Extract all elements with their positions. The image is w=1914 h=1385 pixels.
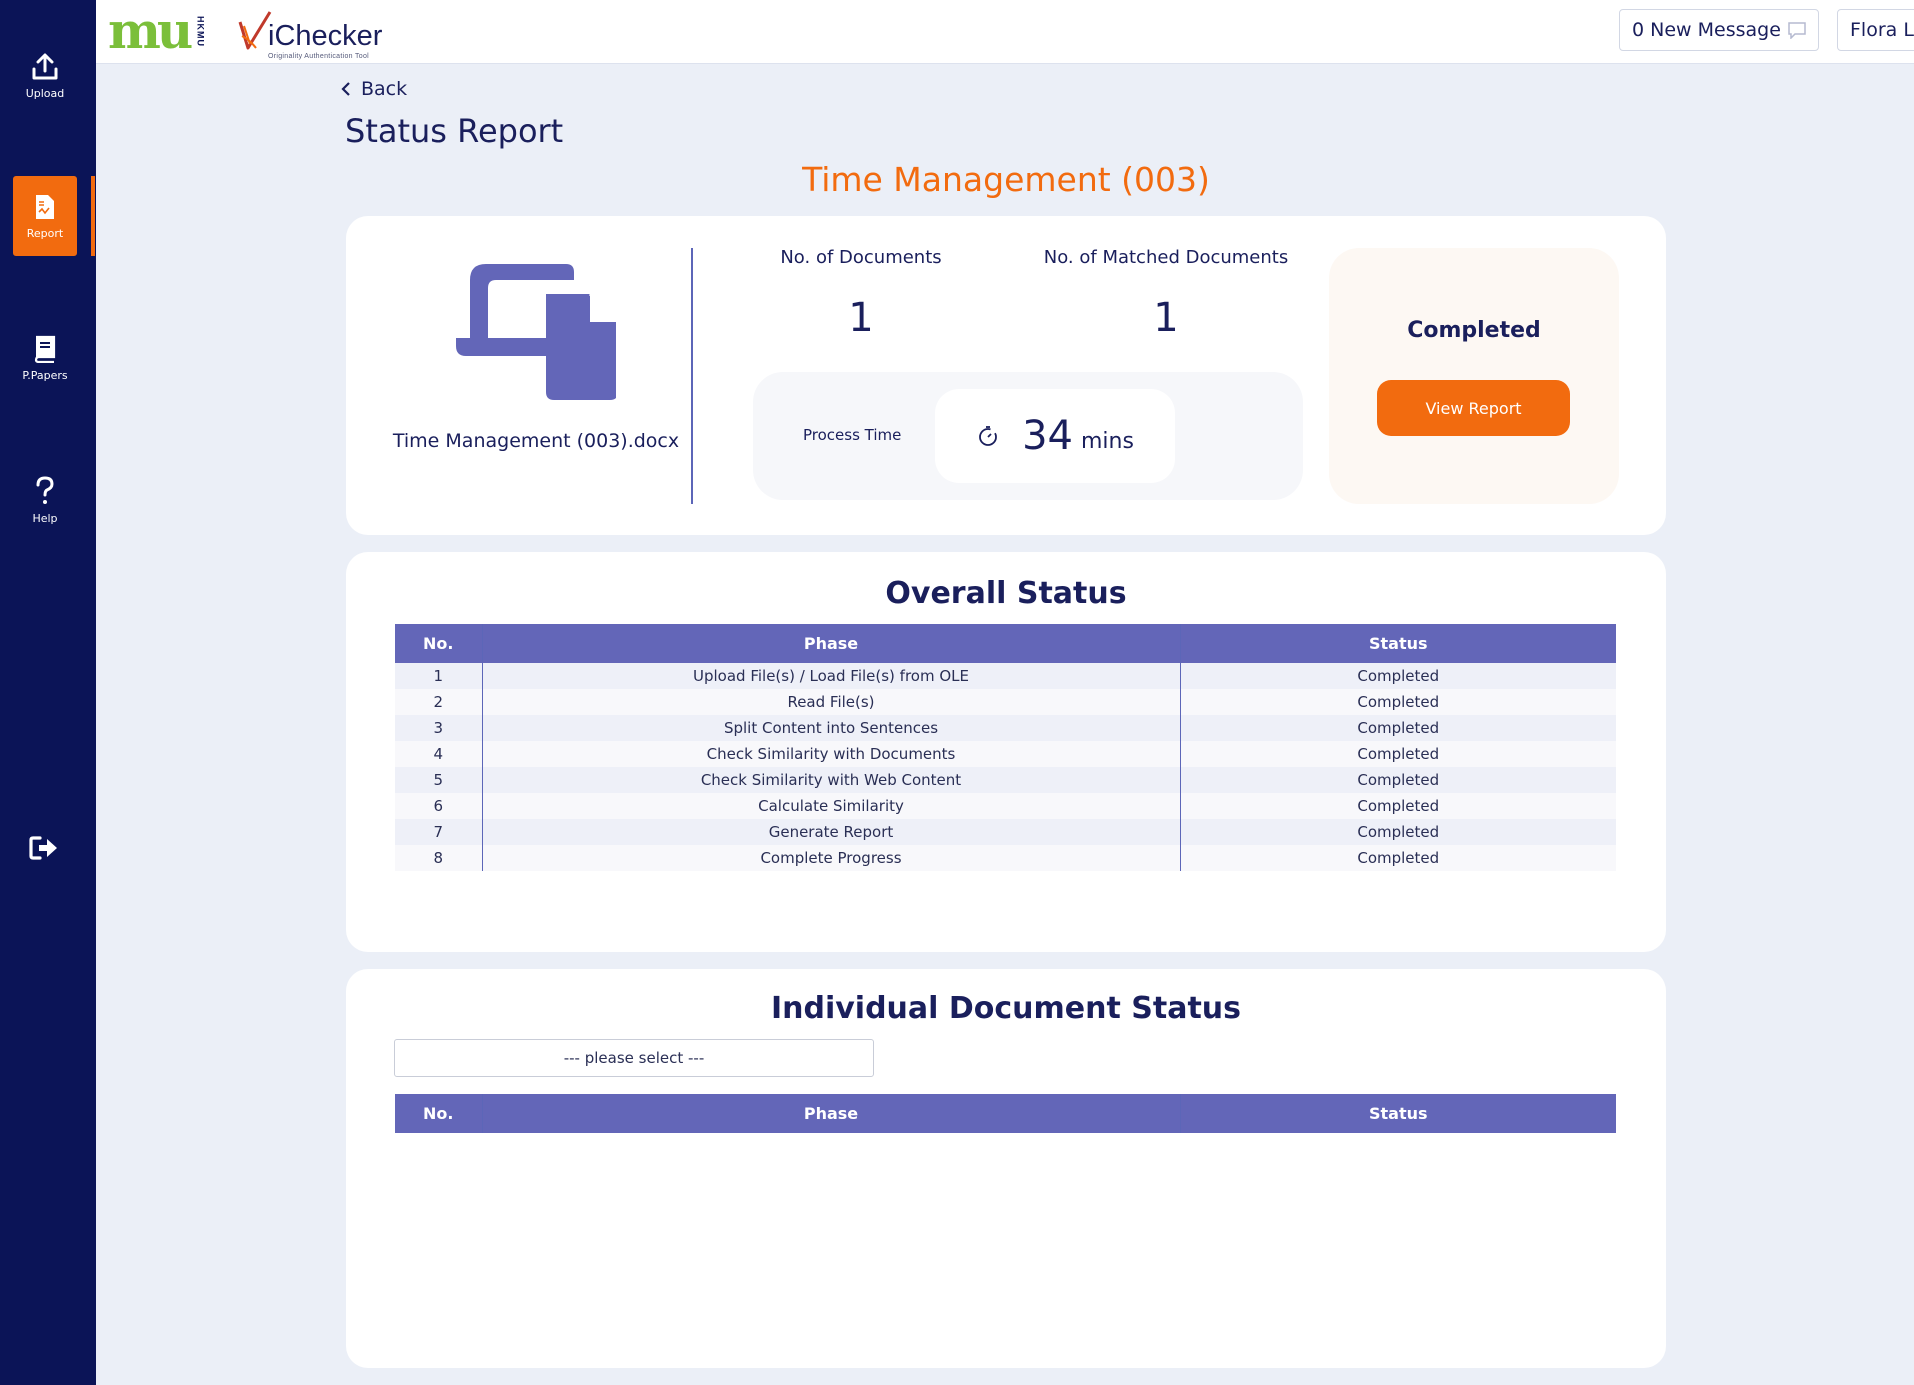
- view-report-button[interactable]: View Report: [1377, 380, 1570, 436]
- row-phase: Generate Report: [482, 819, 1181, 845]
- documents-count-label: No. of Documents: [780, 247, 942, 268]
- sidebar-item-upload[interactable]: Upload: [13, 36, 77, 116]
- process-time-value-box: 34 mins: [935, 389, 1175, 483]
- sidebar: Upload Report P.Papers Help: [0, 0, 96, 1385]
- sidebar-item-ppapers[interactable]: P.Papers: [13, 318, 77, 398]
- process-time-unit: mins: [1080, 428, 1134, 454]
- row-number: 8: [395, 845, 483, 871]
- messages-button[interactable]: 0 New Message: [1619, 9, 1819, 51]
- sidebar-item-label: Help: [32, 511, 58, 525]
- logo-hkmu-text: HKMU: [195, 15, 206, 47]
- column-header: Status: [1180, 624, 1616, 663]
- documents-icon: [456, 264, 616, 400]
- sidebar-item-label: P.Papers: [22, 368, 68, 382]
- sidebar-item-help[interactable]: Help: [13, 460, 77, 540]
- report-icon: [36, 194, 54, 219]
- table-row: 8 Complete Progress Completed: [395, 845, 1616, 871]
- sidebar-item-report[interactable]: Report: [13, 176, 77, 256]
- process-time-label: Process Time: [803, 426, 902, 444]
- row-phase: Check Similarity with Web Content: [482, 767, 1181, 793]
- section-title: Individual Document Status: [770, 991, 1242, 1026]
- process-time-value: 34: [1022, 413, 1073, 459]
- matched-documents-label: No. of Matched Documents: [1043, 247, 1289, 268]
- row-status: Completed: [1180, 715, 1616, 741]
- book-icon: [34, 335, 56, 363]
- overall-status-card: Overall Status No. Phase Status 1 Upload…: [346, 552, 1666, 952]
- row-phase: Split Content into Sentences: [482, 715, 1181, 741]
- logout-button[interactable]: [26, 832, 62, 864]
- summary-card: Time Management (003).docx No. of Docume…: [346, 216, 1666, 535]
- table-row: 4 Check Similarity with Documents Comple…: [395, 741, 1616, 767]
- individual-status-table: No. Phase Status: [395, 1094, 1616, 1133]
- ichecker-logo: iChecker Originality Authentication Tool: [236, 8, 383, 60]
- active-indicator: [91, 176, 95, 256]
- row-number: 4: [395, 741, 483, 767]
- document-title: Time Management (003): [802, 160, 1210, 199]
- row-status: Completed: [1180, 689, 1616, 715]
- table-row: 1 Upload File(s) / Load File(s) from OLE…: [395, 663, 1616, 689]
- user-name: Flora Lau: [1850, 19, 1914, 41]
- row-phase: Complete Progress: [482, 845, 1181, 871]
- row-phase: Calculate Similarity: [482, 793, 1181, 819]
- row-phase: Read File(s): [482, 689, 1181, 715]
- column-header: No.: [395, 624, 483, 663]
- row-number: 2: [395, 689, 483, 715]
- row-status: Completed: [1180, 845, 1616, 871]
- back-link[interactable]: Back: [341, 78, 407, 100]
- row-status: Completed: [1180, 819, 1616, 845]
- row-number: 7: [395, 819, 483, 845]
- row-status: Completed: [1180, 767, 1616, 793]
- select-placeholder: --- please select ---: [563, 1049, 705, 1067]
- row-number: 3: [395, 715, 483, 741]
- upload-icon: [32, 53, 58, 79]
- row-status: Completed: [1180, 793, 1616, 819]
- row-number: 1: [395, 663, 483, 689]
- document-select[interactable]: --- please select ---: [394, 1039, 874, 1077]
- sidebar-item-label: Report: [26, 226, 64, 240]
- table-header-row: No. Phase Status: [395, 1094, 1616, 1133]
- logo-tagline: Originality Authentication Tool: [268, 53, 370, 60]
- documents-count-value: 1: [848, 295, 874, 341]
- process-time-panel: Process Time 34 mins: [753, 372, 1303, 500]
- file-name: Time Management (003).docx: [392, 430, 680, 452]
- overall-status-table: No. Phase Status 1 Upload File(s) / Load…: [395, 624, 1616, 871]
- chat-bubble-icon: [1788, 22, 1806, 39]
- sidebar-item-label: Upload: [25, 86, 65, 100]
- table-row: 3 Split Content into Sentences Completed: [395, 715, 1616, 741]
- help-icon: [36, 475, 54, 504]
- row-phase: Check Similarity with Documents: [482, 741, 1181, 767]
- section-title: Overall Status: [885, 576, 1127, 611]
- row-status: Completed: [1180, 663, 1616, 689]
- logout-icon: [29, 836, 57, 860]
- back-label: Back: [361, 78, 408, 100]
- table-row: 6 Calculate Similarity Completed: [395, 793, 1616, 819]
- column-header: Phase: [482, 1094, 1181, 1133]
- table-row: 5 Check Similarity with Web Content Comp…: [395, 767, 1616, 793]
- table-row: 7 Generate Report Completed: [395, 819, 1616, 845]
- status-badge: Completed: [1407, 318, 1541, 343]
- column-header: No.: [395, 1094, 483, 1133]
- logo-mu-text: mu: [108, 1, 193, 60]
- column-header: Status: [1180, 1094, 1616, 1133]
- table-header-row: No. Phase Status: [395, 624, 1616, 663]
- messages-label: 0 New Message: [1632, 19, 1781, 41]
- user-menu-button[interactable]: Flora Lau: [1837, 9, 1914, 51]
- row-number: 6: [395, 793, 483, 819]
- matched-documents-value: 1: [1153, 295, 1179, 341]
- row-phase: Upload File(s) / Load File(s) from OLE: [482, 663, 1181, 689]
- individual-status-card: Individual Document Status --- please se…: [346, 969, 1666, 1368]
- top-bar: mu HKMU iChecker Originality Authenticat…: [96, 0, 1914, 64]
- page-title: Status Report: [345, 112, 564, 150]
- logo-name: iChecker: [268, 20, 383, 52]
- checkmark-book-icon: [238, 11, 272, 50]
- column-header: Phase: [482, 624, 1181, 663]
- chevron-left-icon: [341, 82, 350, 96]
- divider: [691, 248, 693, 504]
- completion-panel: Completed View Report: [1329, 248, 1619, 504]
- hkmu-logo: mu HKMU: [108, 6, 205, 56]
- row-status: Completed: [1180, 741, 1616, 767]
- table-row: 2 Read File(s) Completed: [395, 689, 1616, 715]
- row-number: 5: [395, 767, 483, 793]
- timer-icon: [979, 426, 997, 446]
